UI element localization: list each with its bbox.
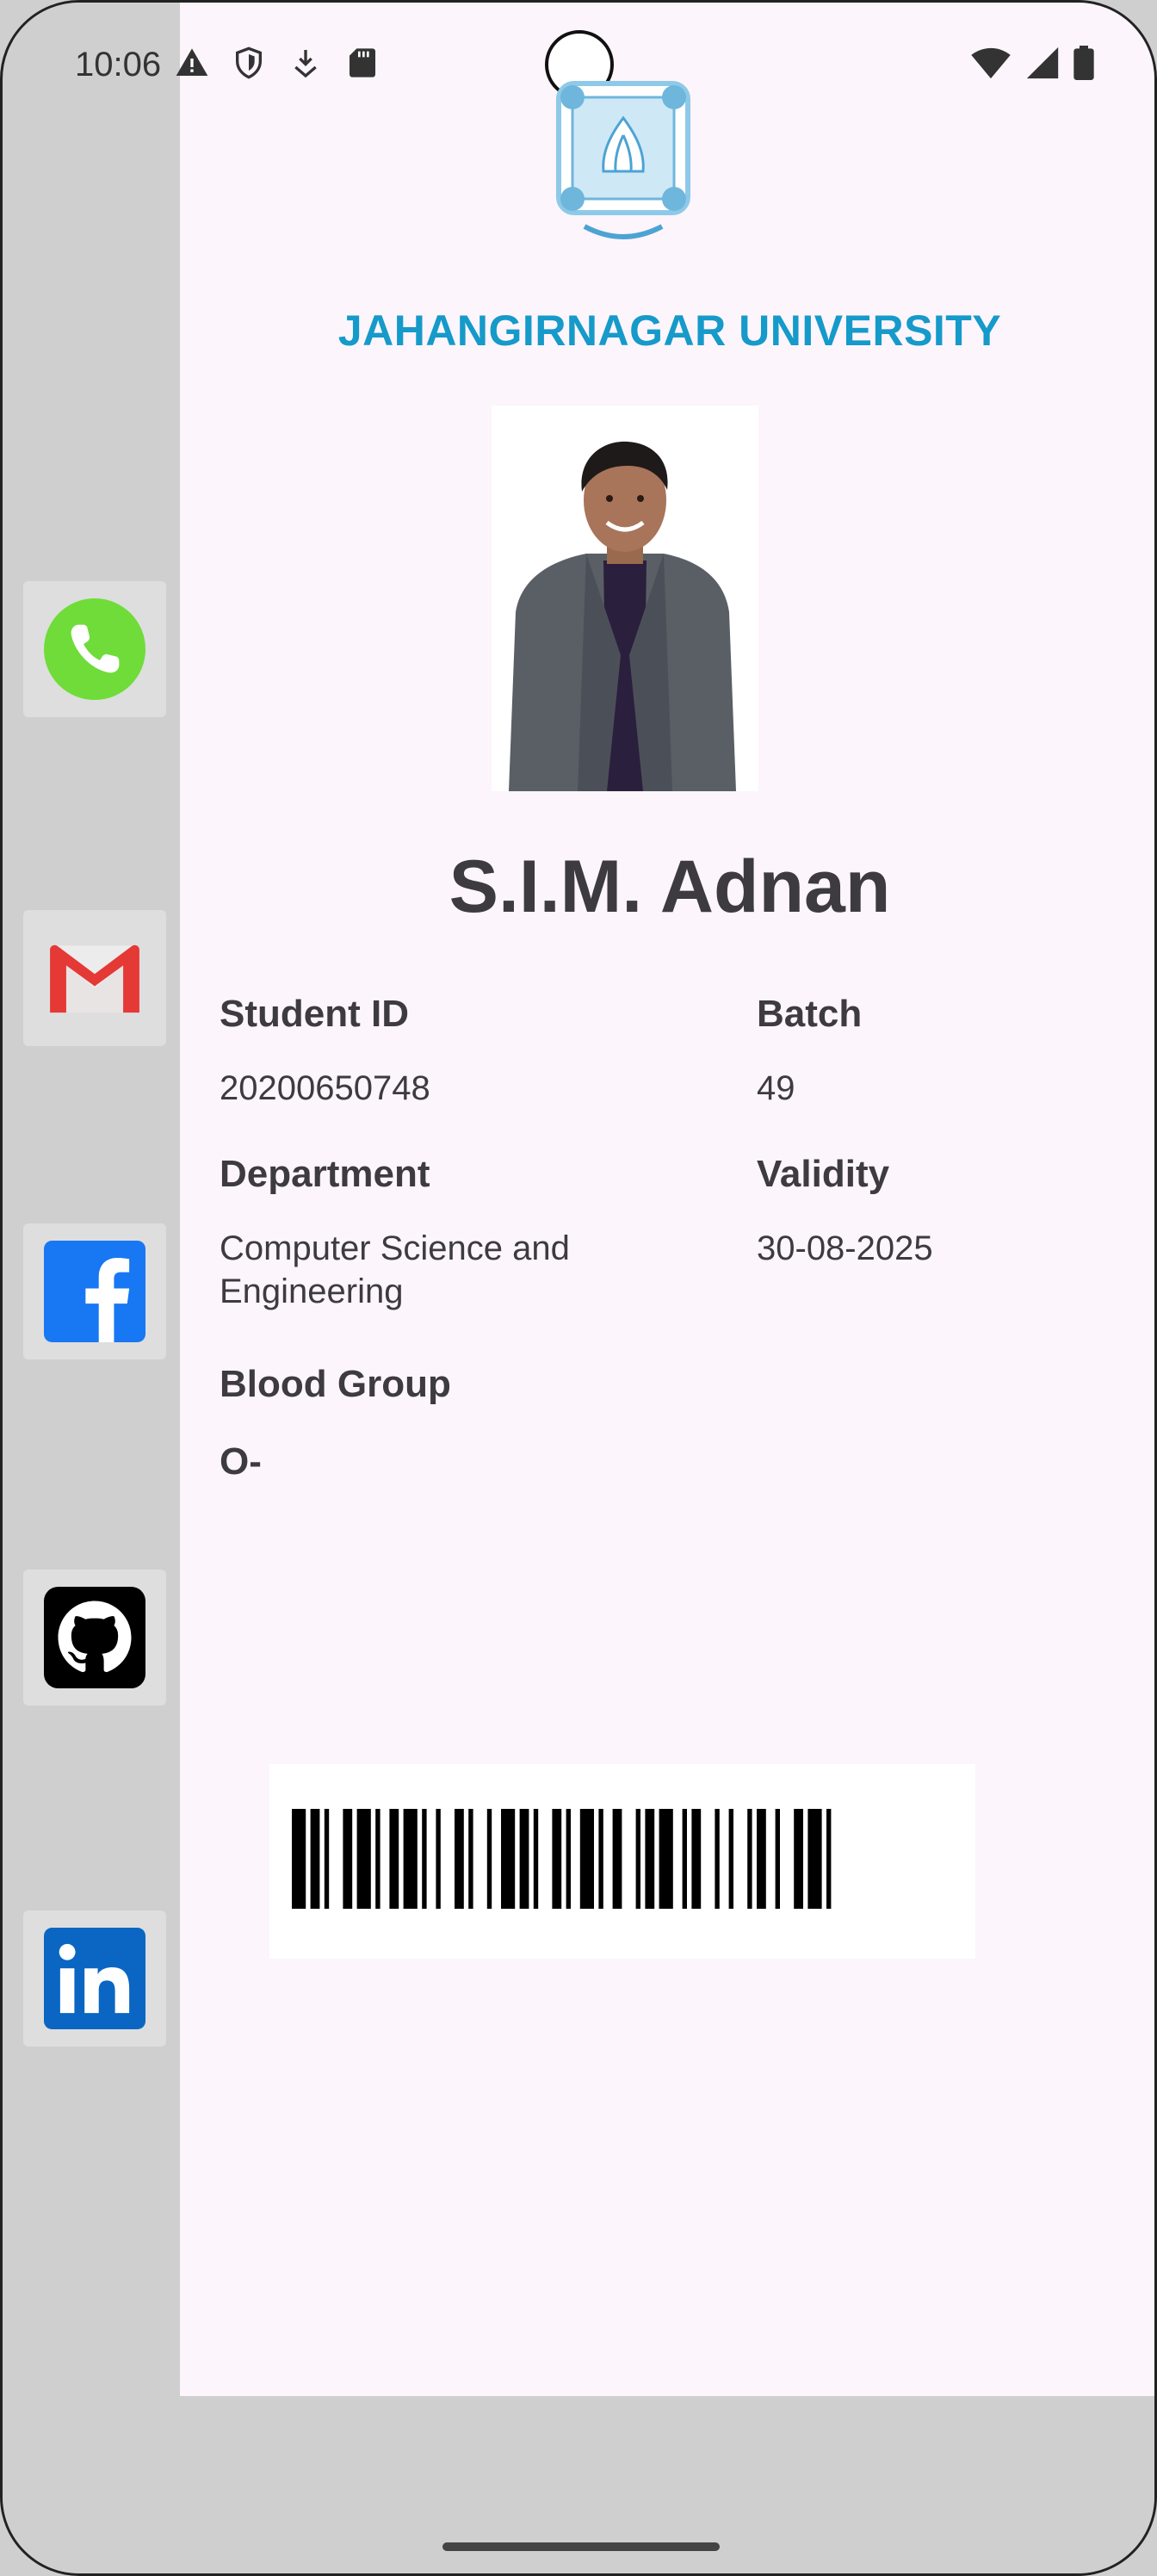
barcode-icon bbox=[269, 1764, 975, 1959]
barcode-bar bbox=[422, 1809, 427, 1909]
github-icon bbox=[44, 1587, 145, 1688]
barcode-bar bbox=[794, 1809, 803, 1909]
home-indicator[interactable] bbox=[442, 2542, 720, 2551]
barcode-bar bbox=[807, 1809, 822, 1909]
barcode-bar bbox=[635, 1809, 640, 1909]
department-value-line1: Computer Science and bbox=[220, 1229, 570, 1267]
batch-label: Batch bbox=[757, 993, 863, 1035]
barcode-bar bbox=[519, 1809, 529, 1909]
status-icons-right bbox=[970, 46, 1094, 80]
barcode-bar bbox=[826, 1809, 832, 1909]
department-label: Department bbox=[220, 1153, 430, 1195]
facebook-button[interactable] bbox=[23, 1223, 166, 1359]
barcode-bar bbox=[728, 1809, 733, 1909]
status-time: 10:06 bbox=[75, 46, 162, 84]
student-id-value: 20200650748 bbox=[220, 1069, 430, 1107]
barcode-bar bbox=[682, 1809, 687, 1909]
id-card bbox=[180, 3, 1154, 2396]
phone-button[interactable] bbox=[23, 581, 166, 717]
validity-label: Validity bbox=[757, 1153, 890, 1195]
barcode-bar bbox=[715, 1809, 720, 1909]
phone-icon bbox=[44, 598, 145, 700]
barcode-bar bbox=[747, 1809, 752, 1909]
sd-card-icon bbox=[350, 48, 375, 77]
barcode-bar bbox=[691, 1809, 702, 1909]
university-logo-icon bbox=[550, 75, 696, 256]
signal-icon bbox=[1026, 46, 1059, 79]
barcode-bar bbox=[579, 1809, 594, 1909]
blood-group-label: Blood Group bbox=[220, 1363, 451, 1405]
linkedin-icon bbox=[44, 1928, 145, 2029]
status-icons-left bbox=[175, 46, 380, 80]
barcode-bar bbox=[501, 1809, 516, 1909]
barcode-bar bbox=[598, 1809, 603, 1909]
gmail-icon bbox=[50, 944, 139, 1013]
barcode-bar bbox=[324, 1809, 330, 1909]
barcode-bar bbox=[757, 1809, 766, 1909]
warning-icon bbox=[176, 48, 208, 76]
barcode-bar bbox=[612, 1809, 622, 1909]
barcode-bar bbox=[533, 1809, 539, 1909]
barcode-bar bbox=[486, 1809, 492, 1909]
student-id-label: Student ID bbox=[220, 993, 409, 1035]
department-value-line2: Engineering bbox=[220, 1273, 404, 1310]
gmail-button[interactable] bbox=[23, 910, 166, 1046]
phone-screen: 10:06 JAHANGIRNAGAR UNIVERSITY S.I.M. Ad… bbox=[0, 0, 1157, 2576]
barcode-bar bbox=[389, 1809, 399, 1909]
barcode-bar bbox=[436, 1809, 441, 1909]
barcode-bar bbox=[455, 1809, 464, 1909]
github-button[interactable] bbox=[23, 1570, 166, 1706]
barcode-bar bbox=[468, 1809, 473, 1909]
battery-icon bbox=[1073, 46, 1094, 80]
student-photo bbox=[492, 406, 758, 791]
barcode-bar bbox=[356, 1809, 371, 1909]
barcode-bar bbox=[343, 1809, 353, 1909]
university-title: JAHANGIRNAGAR UNIVERSITY bbox=[337, 307, 1002, 355]
barcode-bar bbox=[310, 1809, 320, 1909]
linkedin-button[interactable] bbox=[23, 1910, 166, 2047]
blood-group-value: O- bbox=[220, 1440, 262, 1483]
barcode-bar bbox=[645, 1809, 655, 1909]
barcode-bar bbox=[775, 1809, 780, 1909]
barcode-bar bbox=[375, 1809, 381, 1909]
student-name: S.I.M. Adnan bbox=[449, 845, 891, 928]
batch-value: 49 bbox=[757, 1069, 795, 1107]
shield-icon bbox=[236, 46, 262, 79]
barcode-bar bbox=[552, 1809, 562, 1909]
wifi-icon bbox=[971, 47, 1011, 79]
facebook-icon bbox=[44, 1241, 145, 1342]
barcode-bar bbox=[292, 1809, 306, 1909]
download-icon bbox=[294, 50, 317, 78]
barcode-bar bbox=[403, 1809, 418, 1909]
barcode-bar bbox=[659, 1809, 673, 1909]
validity-value: 30-08-2025 bbox=[757, 1229, 933, 1267]
barcode-bar bbox=[566, 1809, 571, 1909]
